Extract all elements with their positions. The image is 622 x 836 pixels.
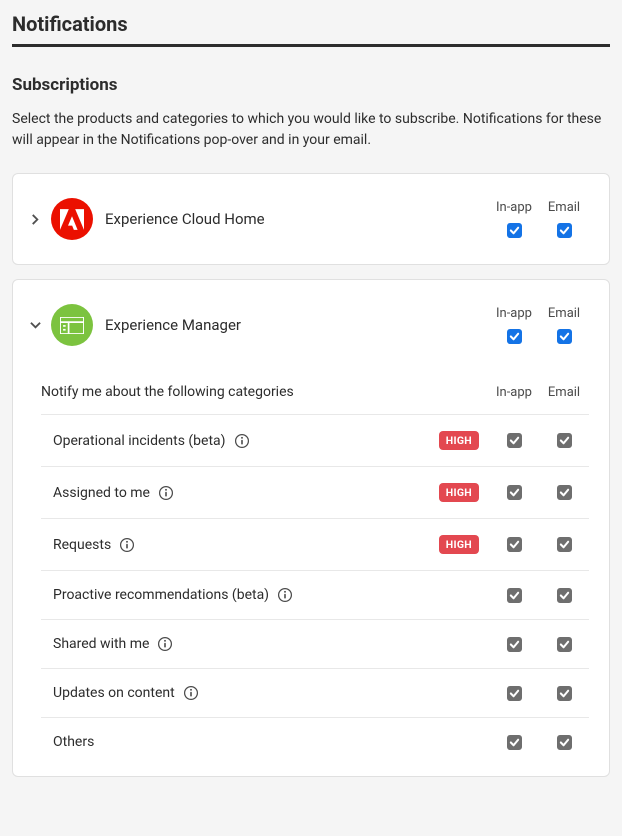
category-label: Updates on content bbox=[53, 685, 175, 701]
category-row: Updates on content bbox=[41, 668, 589, 717]
category-label: Operational incidents (beta) bbox=[53, 433, 226, 449]
category-label: Proactive recommendations (beta) bbox=[53, 587, 269, 603]
info-icon[interactable] bbox=[183, 685, 199, 701]
checkbox-inapp-category-3[interactable] bbox=[507, 588, 522, 603]
column-label-email: Email bbox=[548, 306, 580, 321]
experience-manager-icon bbox=[51, 304, 93, 346]
product-card-experience-manager: Experience Manager In-app Email No bbox=[12, 279, 610, 777]
info-icon[interactable] bbox=[119, 537, 135, 553]
chevron-down-icon[interactable] bbox=[25, 320, 45, 331]
category-label: Shared with me bbox=[53, 636, 149, 652]
category-row: Shared with me bbox=[41, 619, 589, 668]
info-icon[interactable] bbox=[234, 433, 250, 449]
priority-badge: HIGH bbox=[439, 483, 479, 502]
column-label-email: Email bbox=[548, 200, 580, 215]
title-divider bbox=[12, 44, 610, 47]
categories-header-row: Notify me about the following categories… bbox=[41, 370, 589, 414]
checkbox-inapp-ech[interactable] bbox=[507, 223, 522, 238]
chevron-right-icon[interactable] bbox=[25, 214, 45, 225]
product-name: Experience Cloud Home bbox=[105, 210, 489, 228]
categories-header-label: Notify me about the following categories bbox=[41, 384, 489, 400]
checkbox-inapp-category-1[interactable] bbox=[507, 485, 522, 500]
checkbox-email-ech[interactable] bbox=[557, 223, 572, 238]
checkbox-inapp-em[interactable] bbox=[507, 329, 522, 344]
priority-badge: HIGH bbox=[439, 431, 479, 450]
product-card-experience-cloud-home: Experience Cloud Home In-app Email bbox=[12, 173, 610, 265]
category-row: Assigned to me HIGH bbox=[41, 466, 589, 518]
info-icon[interactable] bbox=[158, 485, 174, 501]
section-description: Select the products and categories to wh… bbox=[12, 109, 610, 151]
checkbox-inapp-category-6[interactable] bbox=[507, 735, 522, 750]
checkbox-email-category-0[interactable] bbox=[557, 433, 572, 448]
priority-badge: HIGH bbox=[439, 535, 479, 554]
checkbox-inapp-category-4[interactable] bbox=[507, 637, 522, 652]
product-name: Experience Manager bbox=[105, 316, 489, 334]
checkbox-email-category-6[interactable] bbox=[557, 735, 572, 750]
category-row: Operational incidents (beta) HIGH bbox=[41, 414, 589, 466]
category-label: Others bbox=[53, 734, 94, 750]
info-icon[interactable] bbox=[157, 636, 173, 652]
category-label: Assigned to me bbox=[53, 485, 150, 501]
category-row: Proactive recommendations (beta) bbox=[41, 570, 589, 619]
page-title: Notifications bbox=[12, 12, 610, 36]
adobe-logo-icon bbox=[51, 198, 93, 240]
checkbox-email-em[interactable] bbox=[557, 329, 572, 344]
checkbox-inapp-category-0[interactable] bbox=[507, 433, 522, 448]
info-icon[interactable] bbox=[277, 587, 293, 603]
column-label-email: Email bbox=[548, 385, 580, 400]
column-label-inapp: In-app bbox=[496, 200, 532, 215]
section-title: Subscriptions bbox=[12, 75, 610, 95]
column-label-inapp: In-app bbox=[496, 306, 532, 321]
checkbox-email-category-3[interactable] bbox=[557, 588, 572, 603]
category-label: Requests bbox=[53, 537, 111, 553]
checkbox-email-category-2[interactable] bbox=[557, 537, 572, 552]
checkbox-email-category-4[interactable] bbox=[557, 637, 572, 652]
category-row: Others bbox=[41, 717, 589, 766]
checkbox-email-category-5[interactable] bbox=[557, 686, 572, 701]
column-label-inapp: In-app bbox=[496, 385, 532, 400]
checkbox-inapp-category-2[interactable] bbox=[507, 537, 522, 552]
checkbox-email-category-1[interactable] bbox=[557, 485, 572, 500]
checkbox-inapp-category-5[interactable] bbox=[507, 686, 522, 701]
category-row: Requests HIGH bbox=[41, 518, 589, 570]
